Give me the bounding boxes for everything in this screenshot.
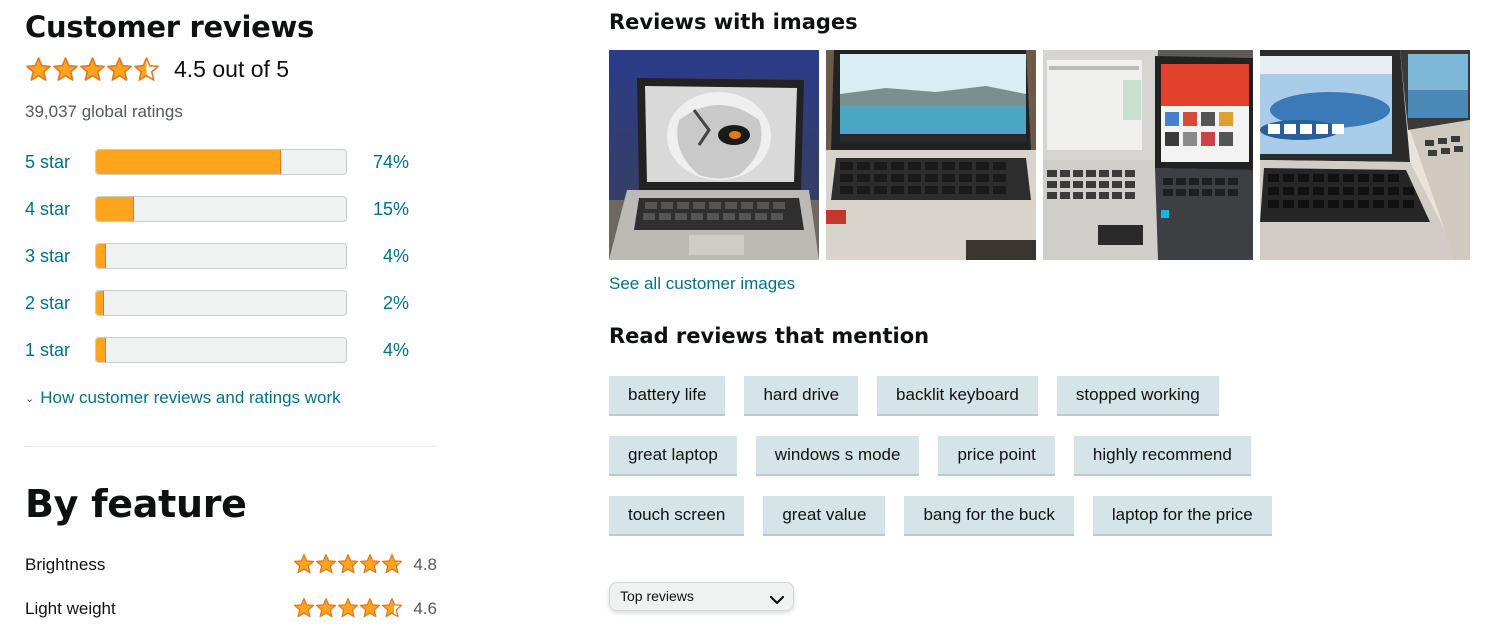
global-ratings-count: 39,037 global ratings <box>25 102 183 121</box>
star-icon <box>80 57 105 81</box>
histogram-percent[interactable]: 15% <box>373 199 409 220</box>
histogram-row-1[interactable]: 1 star 4% <box>25 336 415 383</box>
mention-chips: battery life hard drive backlit keyboard… <box>609 376 1479 556</box>
histogram-percent[interactable]: 4% <box>383 340 409 361</box>
mention-chip[interactable]: highly recommend <box>1073 436 1251 476</box>
mention-chip[interactable]: backlit keyboard <box>877 376 1038 416</box>
histogram-fill <box>96 150 281 174</box>
sort-dropdown[interactable]: Top reviews <box>609 582 794 611</box>
sort-selected-value: Top reviews <box>620 588 694 604</box>
review-image-strip <box>609 50 1470 260</box>
feature-row-brightness: Brightness 4.8 <box>25 553 437 579</box>
chevron-down-icon <box>769 589 785 616</box>
histogram-fill <box>96 338 106 362</box>
feature-name: Brightness <box>25 555 106 574</box>
mention-chip[interactable]: great value <box>763 496 886 536</box>
histogram-row-4[interactable]: 4 star 15% <box>25 195 415 242</box>
see-all-images-link[interactable]: See all customer images <box>609 274 795 294</box>
by-feature-title: By feature <box>25 482 247 526</box>
star-icon <box>315 598 337 618</box>
histogram-bar[interactable] <box>95 149 347 175</box>
chevron-down-icon: ⌄ <box>25 392 35 405</box>
rating-histogram: 5 star 74% 4 star 15% 3 star 4% 2 star 2… <box>25 148 415 383</box>
star-rating-icon <box>293 597 403 619</box>
star-icon <box>359 554 381 574</box>
mention-chip[interactable]: great laptop <box>609 436 737 476</box>
feature-row-light-weight: Light weight 4.6 <box>25 597 437 623</box>
rating-text: 4.5 out of 5 <box>174 56 290 82</box>
mention-chip[interactable]: bang for the buck <box>904 496 1074 536</box>
histogram-fill <box>96 197 134 221</box>
histogram-bar[interactable] <box>95 290 347 316</box>
star-icon <box>293 598 315 618</box>
histogram-percent[interactable]: 4% <box>383 246 409 267</box>
star-icon <box>107 57 132 81</box>
review-image-thumbnail[interactable] <box>1043 50 1253 260</box>
histogram-row-2[interactable]: 2 star 2% <box>25 289 415 336</box>
star-icon <box>293 554 315 574</box>
feature-value: 4.6 <box>413 599 437 618</box>
histogram-bar[interactable] <box>95 337 347 363</box>
mention-chip[interactable]: laptop for the price <box>1092 496 1272 536</box>
mention-chip[interactable]: windows s mode <box>755 436 920 476</box>
mention-chip[interactable]: battery life <box>609 376 726 416</box>
histogram-label[interactable]: 2 star <box>25 293 70 314</box>
histogram-label[interactable]: 4 star <box>25 199 70 220</box>
mention-chip[interactable]: price point <box>938 436 1055 476</box>
star-icon <box>134 57 159 81</box>
chip-row: battery life hard drive backlit keyboard… <box>609 376 1479 416</box>
feature-name: Light weight <box>25 599 116 618</box>
mention-chip[interactable]: stopped working <box>1056 376 1219 416</box>
how-reviews-work-text[interactable]: How customer reviews and ratings work <box>40 388 340 408</box>
histogram-percent[interactable]: 74% <box>373 152 409 173</box>
review-image-thumbnail[interactable] <box>1260 50 1470 260</box>
review-image-thumbnail[interactable] <box>826 50 1036 260</box>
star-icon <box>26 57 51 81</box>
star-icon <box>337 554 359 574</box>
histogram-bar[interactable] <box>95 243 347 269</box>
review-image-thumbnail[interactable] <box>609 50 819 260</box>
star-icon <box>337 598 359 618</box>
histogram-label[interactable]: 5 star <box>25 152 70 173</box>
histogram-fill <box>96 291 104 315</box>
reviews-with-images-title: Reviews with images <box>609 10 858 34</box>
average-rating[interactable]: 4.5 out of 5 <box>25 56 289 83</box>
mention-chip[interactable]: hard drive <box>744 376 859 416</box>
star-rating-icon <box>25 56 160 83</box>
divider <box>25 446 437 447</box>
star-icon <box>381 598 403 618</box>
histogram-percent[interactable]: 2% <box>383 293 409 314</box>
histogram-row-3[interactable]: 3 star 4% <box>25 242 415 289</box>
histogram-fill <box>96 244 106 268</box>
how-reviews-work-link[interactable]: ⌄ How customer reviews and ratings work <box>25 388 341 408</box>
chip-row: great laptop windows s mode price point … <box>609 436 1479 476</box>
histogram-bar[interactable] <box>95 196 347 222</box>
histogram-row-5[interactable]: 5 star 74% <box>25 148 415 195</box>
star-icon <box>359 598 381 618</box>
star-icon <box>315 554 337 574</box>
histogram-label[interactable]: 3 star <box>25 246 70 267</box>
star-icon <box>381 554 403 574</box>
star-rating-icon <box>293 553 403 575</box>
mentions-title: Read reviews that mention <box>609 324 930 348</box>
chip-row: touch screen great value bang for the bu… <box>609 496 1479 536</box>
customer-reviews-title: Customer reviews <box>25 10 314 44</box>
histogram-label[interactable]: 1 star <box>25 340 70 361</box>
mention-chip[interactable]: touch screen <box>609 496 745 536</box>
star-icon <box>53 57 78 81</box>
feature-value: 4.8 <box>413 555 437 574</box>
